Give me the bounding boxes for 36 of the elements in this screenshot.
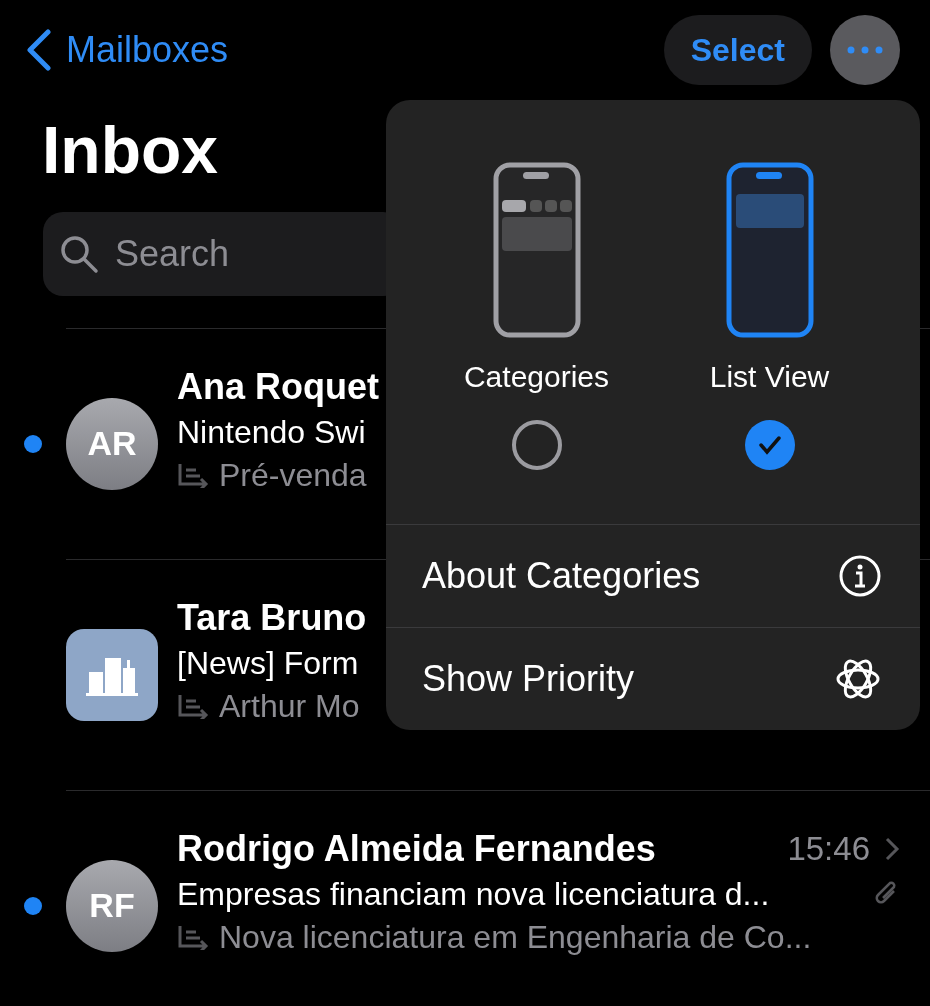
sender-name: Rodrigo Almeida Fernandes bbox=[177, 827, 656, 870]
search-field[interactable]: Search bbox=[113, 232, 387, 276]
message-subject: [News] Form bbox=[177, 644, 359, 682]
message-preview: Arthur Mo bbox=[219, 687, 360, 725]
ellipsis-icon bbox=[847, 46, 883, 54]
select-button[interactable]: Select bbox=[663, 15, 812, 85]
avatar: RF bbox=[66, 859, 158, 952]
message-subject: Empresas financiam nova licenciatura d... bbox=[177, 875, 770, 913]
menu-item-label: About Categories bbox=[422, 555, 701, 597]
thread-icon bbox=[177, 462, 211, 488]
menu-item[interactable]: About Categories bbox=[386, 525, 920, 628]
view-radio[interactable] bbox=[744, 420, 795, 470]
back-label: Mailboxes bbox=[66, 29, 229, 71]
sender-name: Ana Roquet bbox=[177, 365, 379, 408]
checkmark-icon bbox=[757, 435, 782, 455]
message-preview: Nova licenciatura em Engenharia de Co... bbox=[219, 918, 812, 956]
menu-item[interactable]: Show Priority bbox=[386, 628, 920, 730]
inbox-title: Inbox bbox=[42, 112, 219, 189]
message-time: 15:46 bbox=[787, 829, 870, 868]
sender-name: Tara Bruno bbox=[177, 596, 367, 639]
view-radio[interactable] bbox=[511, 420, 562, 470]
categories-layout-icon[interactable] bbox=[492, 162, 581, 338]
view-option-label: List View bbox=[709, 360, 830, 394]
message-subject: Nintendo Swi bbox=[177, 413, 366, 451]
list-layout-icon[interactable] bbox=[725, 162, 814, 338]
view-option-label: Categories bbox=[463, 360, 610, 394]
thread-icon bbox=[177, 924, 211, 950]
thread-icon bbox=[177, 693, 211, 719]
info-icon bbox=[838, 554, 882, 598]
avatar: AR bbox=[66, 397, 158, 490]
message-preview: Pré-venda bbox=[219, 456, 367, 494]
menu-item-label: Show Priority bbox=[422, 658, 635, 700]
search-icon bbox=[59, 234, 99, 274]
chevron-icon bbox=[884, 835, 900, 862]
back-chevron-icon bbox=[26, 29, 52, 71]
back-link[interactable]: Mailboxes bbox=[26, 29, 229, 71]
